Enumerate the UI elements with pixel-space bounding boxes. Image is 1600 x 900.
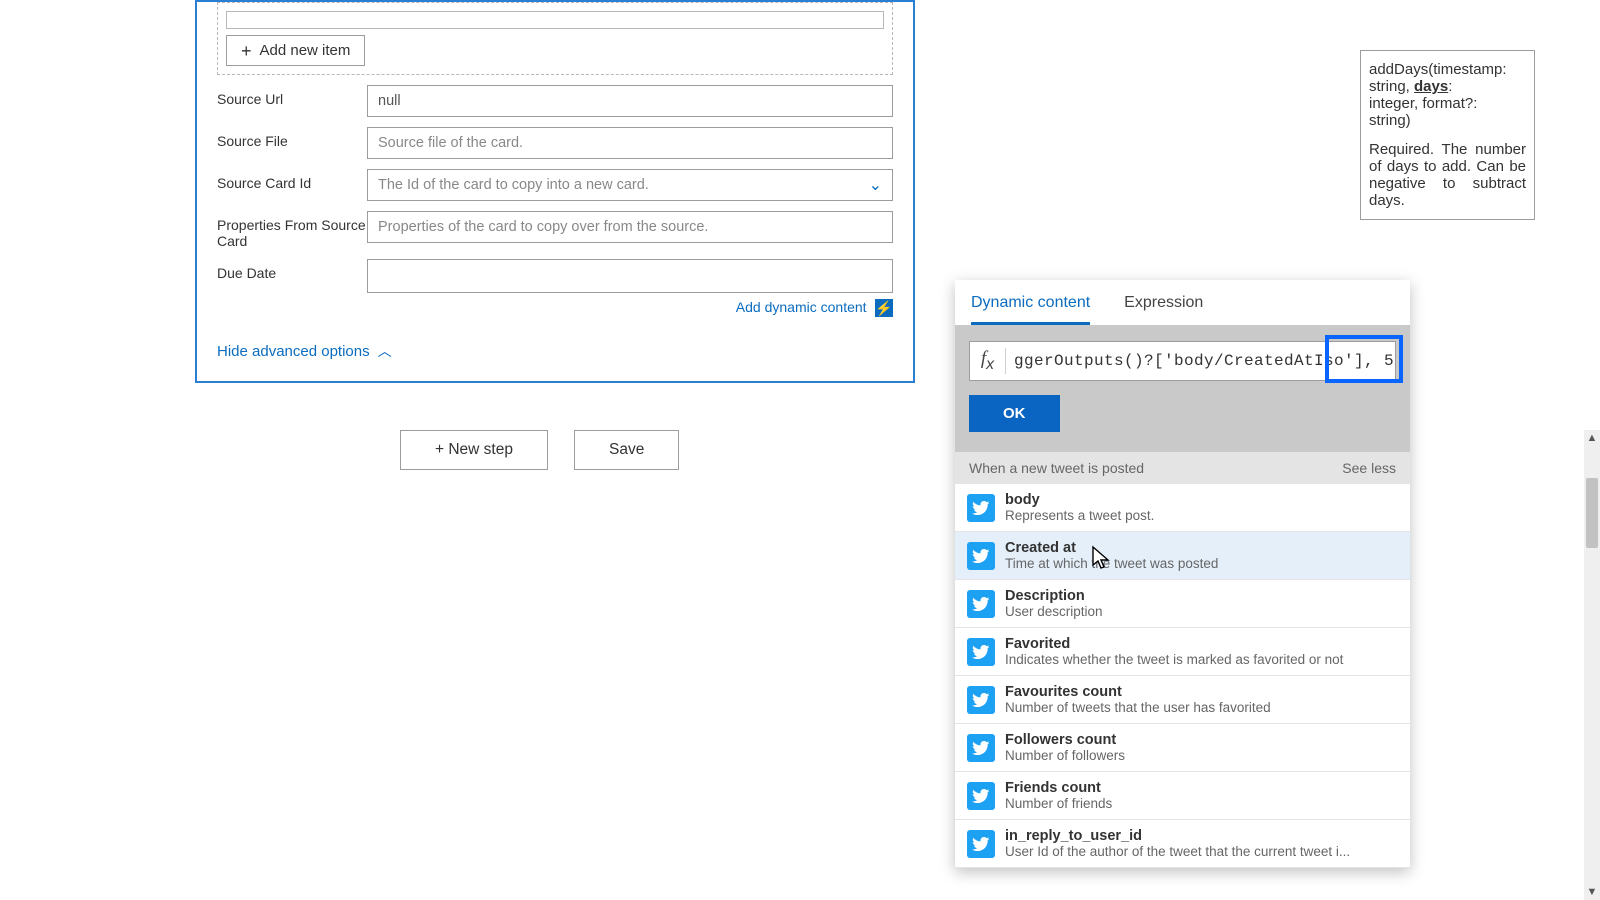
field-due-date: Due Date [217,259,893,293]
save-button[interactable]: Save [574,430,679,470]
dc-item[interactable]: Followers countNumber of followers [955,724,1410,772]
due-date-input[interactable] [367,259,893,293]
dc-item[interactable]: in_reply_to_user_idUser Id of the author… [955,820,1410,868]
item-input[interactable] [226,11,884,29]
scrollbar[interactable]: ▲ ▼ [1584,430,1600,900]
twitter-icon [967,686,995,714]
scroll-thumb[interactable] [1586,478,1598,548]
twitter-icon [967,638,995,666]
flow-footer-buttons: + New step Save [400,430,679,470]
scroll-down-icon[interactable]: ▼ [1584,884,1600,900]
formula-text: ggerOutputs()?['body/CreatedAtIso'], 5) [1006,352,1395,370]
field-label: Source File [217,127,367,149]
hide-advanced-label: Hide advanced options [217,343,370,360]
tab-expression[interactable]: Expression [1124,294,1203,325]
dc-item[interactable]: Friends countNumber of friends [955,772,1410,820]
dc-item-desc: User Id of the author of the tweet that … [1005,844,1398,859]
field-source-card-id: Source Card Id The Id of the card to cop… [217,169,893,201]
add-item-label: Add new item [260,42,351,59]
popover-tabs: Dynamic content Expression [955,280,1410,325]
dc-item-title: Favorited [1005,636,1398,652]
dc-item[interactable]: DescriptionUser description [955,580,1410,628]
tooltip-description: Required. The number of days to add. Can… [1369,141,1526,209]
twitter-icon [967,782,995,810]
source-file-input[interactable]: Source file of the card. [367,127,893,159]
dc-item[interactable]: FavoritedIndicates whether the tweet is … [955,628,1410,676]
twitter-icon [967,734,995,762]
dc-item-title: Favourites count [1005,684,1398,700]
dc-item-desc: Represents a tweet post. [1005,508,1398,523]
field-label: Due Date [217,259,367,281]
source-card-id-select[interactable]: The Id of the card to copy into a new ca… [367,169,893,201]
tab-dynamic-content[interactable]: Dynamic content [971,294,1090,325]
field-label: Source Url [217,85,367,107]
add-dynamic-row: Add dynamic content ⚡ [217,299,893,317]
dc-item[interactable]: bodyRepresents a tweet post. [955,484,1410,532]
dc-item-desc: Indicates whether the tweet is marked as… [1005,652,1398,667]
dc-item-title: Description [1005,588,1398,604]
props-source-input[interactable]: Properties of the card to copy over from… [367,211,893,243]
add-item-button[interactable]: + Add new item [226,35,365,66]
dc-item[interactable]: Favourites countNumber of tweets that th… [955,676,1410,724]
chevron-up-icon: ︿ [378,341,392,361]
dc-item-title: in_reply_to_user_id [1005,828,1398,844]
twitter-icon [967,830,995,858]
field-source-url: Source Url null [217,85,893,117]
plus-icon: + [241,44,252,58]
dc-section-title: When a new tweet is posted [969,460,1144,476]
ok-button[interactable]: OK [969,395,1060,432]
chevron-down-icon: ⌄ [869,175,882,195]
function-tooltip: addDays(timestamp: string, days: integer… [1360,50,1535,220]
dc-item-title: Friends count [1005,780,1398,796]
fx-icon: fx [970,348,1006,374]
tooltip-signature: addDays(timestamp: string, days: integer… [1369,61,1526,129]
dynamic-content-popover: Dynamic content Expression fx ggerOutput… [955,280,1410,868]
field-label: Source Card Id [217,169,367,191]
hide-advanced-toggle[interactable]: Hide advanced options ︿ [217,341,392,361]
dc-item-desc: User description [1005,604,1398,619]
add-dynamic-link[interactable]: Add dynamic content [736,299,867,315]
twitter-icon [967,542,995,570]
formula-bar: fx ggerOutputs()?['body/CreatedAtIso'], … [955,325,1410,452]
field-props-source: Properties From Source Card Properties o… [217,211,893,249]
dc-item-desc: Number of tweets that the user has favor… [1005,700,1398,715]
dc-item-desc: Number of friends [1005,796,1398,811]
formula-input[interactable]: fx ggerOutputs()?['body/CreatedAtIso'], … [969,341,1396,381]
new-step-button[interactable]: + New step [400,430,548,470]
action-card: + Add new item Source Url null Source Fi… [195,0,915,383]
dc-item-title: Followers count [1005,732,1398,748]
add-dynamic-icon[interactable]: ⚡ [875,299,893,317]
scroll-up-icon[interactable]: ▲ [1584,430,1600,446]
dc-item-title: Created at [1005,540,1398,556]
twitter-icon [967,590,995,618]
dc-list: bodyRepresents a tweet post.Created atTi… [955,484,1410,868]
twitter-icon [967,494,995,522]
dc-item-desc: Number of followers [1005,748,1398,763]
dc-section-header: When a new tweet is posted See less [955,452,1410,484]
dc-item[interactable]: Created atTime at which the tweet was po… [955,532,1410,580]
field-label: Properties From Source Card [217,211,367,249]
source-url-input[interactable]: null [367,85,893,117]
dc-item-title: body [1005,492,1398,508]
items-container: + Add new item [217,2,893,75]
dc-item-desc: Time at which the tweet was posted [1005,556,1398,571]
see-less-link[interactable]: See less [1342,460,1396,476]
field-source-file: Source File Source file of the card. [217,127,893,159]
